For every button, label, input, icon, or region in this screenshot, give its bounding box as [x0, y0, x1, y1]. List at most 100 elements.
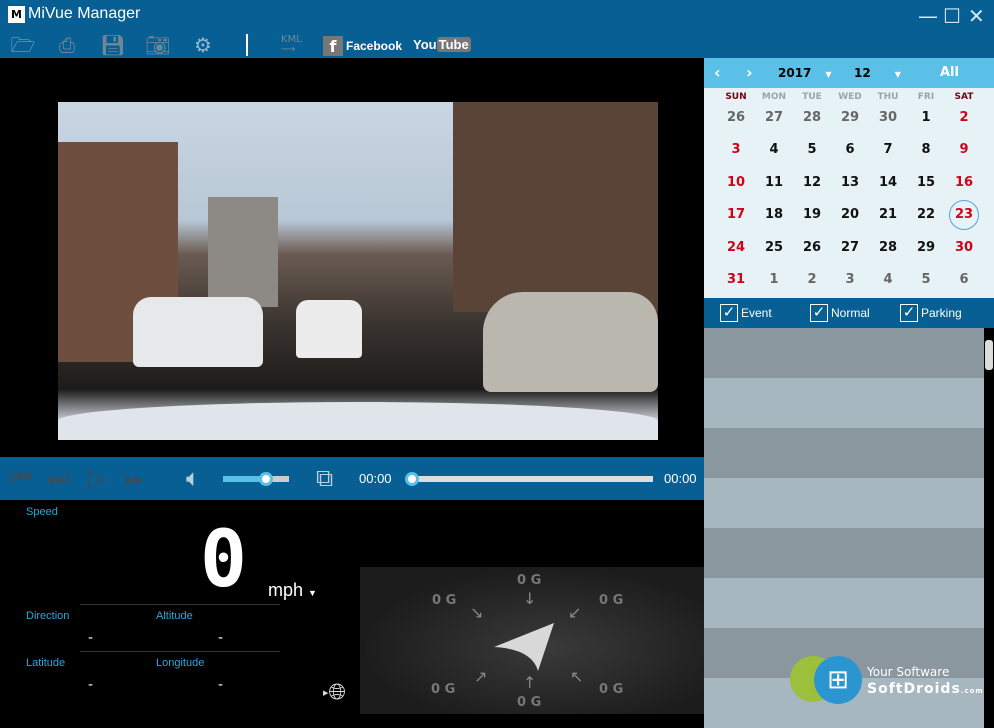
altitude-label: Altitude: [156, 610, 193, 622]
calendar-day-selected[interactable]: 23: [949, 200, 979, 231]
maximize-button[interactable]: ☐: [943, 6, 961, 26]
month-select[interactable]: 12 ▼: [854, 58, 901, 90]
g-bottom-left: 0 G: [431, 682, 456, 697]
speed-unit: mph: [268, 580, 304, 600]
filter-label-event[interactable]: Event: [741, 298, 772, 328]
list-row[interactable]: [704, 578, 984, 628]
calendar-day[interactable]: 27: [831, 240, 869, 256]
calendar-day[interactable]: 28: [869, 240, 907, 256]
seek-bar[interactable]: [405, 472, 653, 486]
direction-label: Direction: [26, 610, 70, 622]
calendar-day[interactable]: 29: [907, 240, 945, 256]
checkbox-parking[interactable]: ✓: [900, 304, 918, 322]
close-button[interactable]: ✕: [968, 6, 985, 26]
volume-knob[interactable]: [258, 472, 273, 486]
list-row[interactable]: [704, 528, 984, 578]
list-row[interactable]: [704, 428, 984, 478]
calendar-day[interactable]: 10: [717, 175, 755, 191]
calendar-day[interactable]: 15: [907, 175, 945, 191]
calendar-day[interactable]: 30: [945, 240, 983, 256]
watermark-brand: SoftDroids: [867, 681, 961, 697]
app-title: MiVue Manager: [28, 5, 141, 22]
calendar-day[interactable]: 11: [755, 175, 793, 191]
checkbox-normal[interactable]: ✓: [810, 304, 828, 322]
speed-label: Speed: [26, 506, 58, 518]
previous-button[interactable]: ⏮︎: [10, 457, 32, 500]
popout-icon[interactable]: ⧉: [316, 457, 333, 500]
altitude-value: -: [218, 630, 224, 646]
prev-month-button[interactable]: ‹: [714, 58, 721, 88]
calendar-day[interactable]: 26: [717, 110, 755, 126]
calendar-day[interactable]: 13: [831, 175, 869, 191]
scrollbar-thumb[interactable]: [985, 340, 993, 370]
calendar-day[interactable]: 6: [945, 272, 983, 288]
calendar-day[interactable]: 5: [907, 272, 945, 288]
arrow-up-right-icon: ↗: [474, 667, 488, 686]
calendar-day[interactable]: 21: [869, 207, 907, 223]
list-row[interactable]: [704, 378, 984, 428]
kml-export-button[interactable]: KML ⟶: [281, 35, 302, 55]
camera-icon[interactable]: 📷︎: [144, 34, 172, 56]
calendar-day[interactable]: 7: [869, 142, 907, 158]
volume-slider[interactable]: [223, 472, 289, 486]
calendar-day[interactable]: 2: [793, 272, 831, 288]
gear-icon[interactable]: ⚙: [189, 34, 217, 56]
calendar-day[interactable]: 24: [717, 240, 755, 256]
calendar-day[interactable]: 26: [793, 240, 831, 256]
list-row[interactable]: [704, 478, 984, 528]
calendar-day[interactable]: 3: [831, 272, 869, 288]
calendar-day[interactable]: 2: [945, 110, 983, 126]
minimize-button[interactable]: —: [918, 6, 938, 26]
youtube-button[interactable]: You Tube: [413, 37, 471, 52]
calendar-day[interactable]: 8: [907, 142, 945, 158]
list-row[interactable]: [704, 328, 984, 378]
globe-icon[interactable]: ▶🌐︎: [323, 682, 346, 704]
calendar-day[interactable]: 1: [755, 272, 793, 288]
current-time: 00:00: [359, 471, 392, 486]
open-folder-icon[interactable]: 🗁: [9, 34, 37, 56]
calendar-day[interactable]: 9: [945, 142, 983, 158]
next-month-button[interactable]: ›: [746, 58, 753, 88]
weekday-sat: SAT: [954, 92, 974, 102]
calendar-day[interactable]: 1: [907, 110, 945, 126]
save-icon[interactable]: 💾︎: [99, 34, 127, 56]
calendar-day[interactable]: 18: [755, 207, 793, 223]
calendar-day[interactable]: 3: [717, 142, 755, 158]
g-top: 0 G: [517, 573, 542, 588]
calendar-day[interactable]: 27: [755, 110, 793, 126]
calendar-day[interactable]: 28: [793, 110, 831, 126]
fast-forward-button[interactable]: ⏩︎: [125, 457, 144, 500]
play-button[interactable]: ▷: [88, 457, 106, 500]
scrollbar[interactable]: [984, 328, 994, 714]
calendar-day[interactable]: 17: [717, 207, 755, 223]
volume-icon[interactable]: 🔈︎: [186, 457, 200, 500]
calendar-day[interactable]: 4: [869, 272, 907, 288]
video-frame[interactable]: [58, 102, 658, 440]
speed-unit-select[interactable]: mph ▼: [268, 580, 317, 601]
checkbox-event[interactable]: ✓: [720, 304, 738, 322]
print-icon[interactable]: ⎙: [53, 34, 81, 56]
calendar-day[interactable]: 14: [869, 175, 907, 191]
calendar-day[interactable]: 29: [831, 110, 869, 126]
calendar-day[interactable]: 25: [755, 240, 793, 256]
year-select[interactable]: 2017 ▼: [778, 58, 832, 90]
calendar-day[interactable]: 4: [755, 142, 793, 158]
calendar-day[interactable]: 30: [869, 110, 907, 126]
calendar-day[interactable]: 19: [793, 207, 831, 223]
all-button[interactable]: All: [940, 58, 959, 88]
facebook-icon[interactable]: f: [323, 36, 343, 56]
calendar-day[interactable]: 22: [907, 207, 945, 223]
next-frame-button[interactable]: ⏭︎: [48, 457, 70, 500]
chevron-down-icon: ▼: [894, 70, 901, 79]
calendar-day[interactable]: 6: [831, 142, 869, 158]
calendar-day[interactable]: 12: [793, 175, 831, 191]
calendar-day[interactable]: 20: [831, 207, 869, 223]
seek-knob[interactable]: [405, 472, 419, 486]
calendar-day[interactable]: 5: [793, 142, 831, 158]
filter-label-parking[interactable]: Parking: [921, 298, 962, 328]
calendar-day[interactable]: 31: [717, 272, 755, 288]
calendar-day[interactable]: 16: [945, 175, 983, 191]
filter-bar: ✓ Event ✓ Normal ✓ Parking: [704, 298, 994, 328]
filter-label-normal[interactable]: Normal: [831, 298, 870, 328]
facebook-button[interactable]: Facebook: [346, 39, 402, 53]
